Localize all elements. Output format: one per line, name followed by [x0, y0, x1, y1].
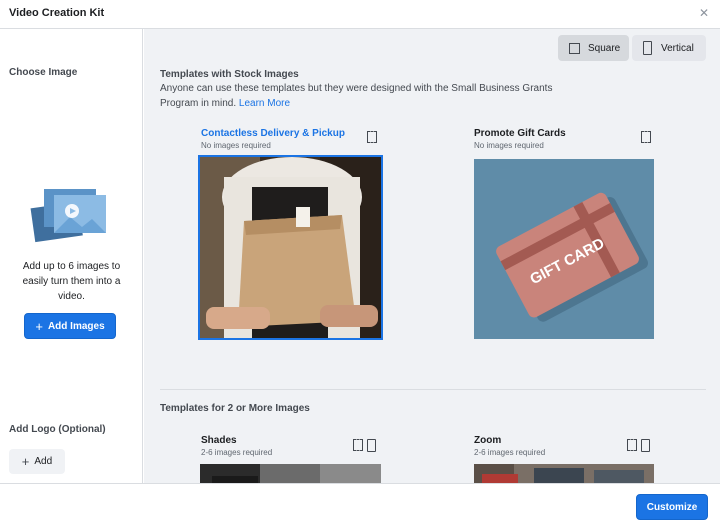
- template-thumbnail-zoom[interactable]: [474, 464, 654, 483]
- gift-card-image: GIFT CARD: [474, 159, 654, 339]
- plus-icon: +: [35, 318, 43, 334]
- vertical-toggle[interactable]: Vertical: [632, 35, 706, 61]
- section-divider: [160, 389, 706, 390]
- template-thumbnail-gift-cards[interactable]: GIFT CARD: [474, 159, 654, 339]
- vertical-toggle-label: Vertical: [661, 42, 694, 54]
- vertical-format-icon: [367, 439, 376, 452]
- template-title-shades[interactable]: Shades: [201, 435, 237, 446]
- images-illustration-icon: [30, 189, 106, 243]
- add-logo-label: Add: [34, 456, 53, 467]
- choose-image-heading: Choose Image: [9, 67, 78, 78]
- format-icons: [353, 439, 376, 452]
- square-format-icon: [353, 439, 363, 451]
- shades-preview-image: [200, 464, 381, 483]
- template-subtitle: No images required: [474, 141, 544, 150]
- delivery-bag-image: [200, 157, 381, 338]
- vertical-format-icon: [643, 41, 652, 55]
- close-icon[interactable]: ✕: [699, 6, 709, 20]
- add-images-description: Add up to 6 images to easily turn them i…: [22, 261, 121, 302]
- square-format-icon: [367, 131, 377, 143]
- square-format-icon: [569, 42, 580, 54]
- sidebar: Choose Image Add up to 6 images to easil…: [0, 29, 143, 483]
- title-bar: Video Creation Kit ✕: [0, 0, 720, 29]
- vertical-format-icon: [641, 439, 650, 452]
- template-title-zoom[interactable]: Zoom: [474, 435, 501, 446]
- stock-templates-heading: Templates with Stock Images: [160, 69, 299, 80]
- stock-templates-description: Anyone can use these templates but they …: [160, 81, 580, 111]
- square-format-icon: [627, 439, 637, 451]
- template-title-gift-cards[interactable]: Promote Gift Cards: [474, 128, 566, 139]
- template-subtitle: 2-6 images required: [201, 448, 273, 457]
- template-subtitle: 2-6 images required: [474, 448, 546, 457]
- learn-more-link[interactable]: Learn More: [239, 98, 290, 109]
- dialog-title: Video Creation Kit: [9, 7, 105, 19]
- add-images-label: Add Images: [47, 320, 105, 332]
- templates-panel: Square Vertical Templates with Stock Ima…: [144, 29, 720, 483]
- square-toggle-label: Square: [588, 42, 621, 54]
- zoom-preview-image: [474, 464, 654, 483]
- template-thumbnail-contactless[interactable]: [198, 155, 383, 340]
- template-thumbnail-shades[interactable]: [200, 464, 381, 483]
- add-images-button[interactable]: + Add Images: [24, 313, 116, 339]
- format-icons: [367, 131, 377, 143]
- multi-image-templates-heading: Templates for 2 or More Images: [160, 403, 310, 414]
- template-subtitle: No images required: [201, 141, 271, 150]
- add-logo-button[interactable]: + Add: [9, 449, 65, 474]
- plus-icon: +: [21, 454, 30, 469]
- format-icons: [627, 439, 650, 452]
- add-logo-heading: Add Logo (Optional): [9, 424, 106, 435]
- square-format-icon: [641, 131, 651, 143]
- format-icons: [641, 131, 651, 143]
- template-title-contactless[interactable]: Contactless Delivery & Pickup: [201, 128, 345, 139]
- dialog-footer: Customize: [0, 483, 720, 526]
- customize-button[interactable]: Customize: [636, 494, 708, 520]
- stock-templates-description-text: Anyone can use these templates but they …: [160, 83, 553, 109]
- square-toggle[interactable]: Square: [558, 35, 629, 61]
